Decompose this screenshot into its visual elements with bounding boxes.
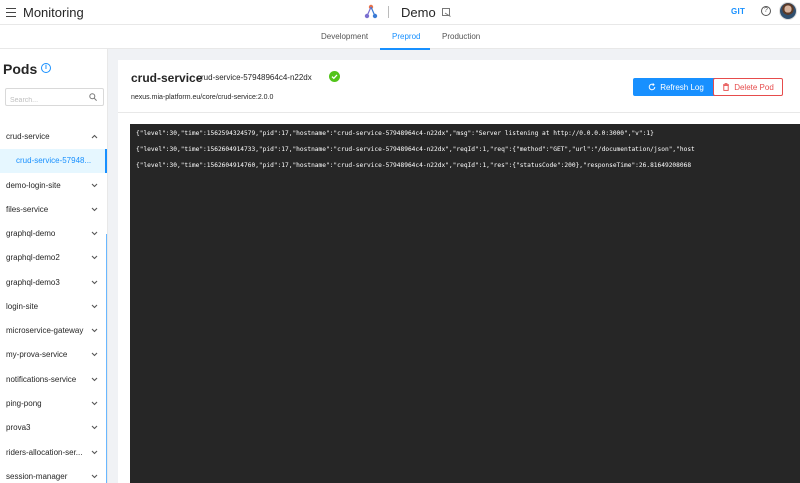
chevron-down-icon: [91, 474, 98, 479]
top-bar: Monitoring Demo GIT ?: [0, 0, 800, 24]
sidebar-item-graphql-demo2[interactable]: graphql-demo2: [0, 246, 107, 270]
tab-preprod[interactable]: Preprod: [392, 32, 420, 41]
sidebar-item-crud-service-pod[interactable]: crud-service-57948...: [0, 149, 107, 173]
delete-pod-button[interactable]: Delete Pod: [713, 78, 783, 96]
sidebar-item-label: riders-allocation-ser...: [6, 448, 83, 457]
pod-detail-card: crud-service crud-service-57948964c4-n22…: [118, 60, 800, 483]
sidebar-item-label: files-service: [6, 205, 49, 214]
avatar[interactable]: [779, 2, 797, 20]
sidebar-item-crud-service[interactable]: crud-service: [0, 125, 107, 149]
log-line: {"level":30,"time":1562604914760,"pid":1…: [136, 162, 692, 169]
chevron-down-icon: [91, 280, 98, 285]
logo-icon: [364, 4, 378, 19]
external-link-icon[interactable]: [441, 7, 451, 17]
chevron-down-icon: [91, 255, 98, 260]
search-input[interactable]: [6, 92, 86, 109]
sidebar-item-prova3[interactable]: prova3: [0, 416, 107, 440]
pods-title: Pods: [3, 61, 38, 77]
menu-icon[interactable]: [6, 5, 16, 19]
sidebar-item-riders-allocation[interactable]: riders-allocation-ser...: [0, 441, 107, 465]
sidebar-item-label: prova3: [6, 423, 31, 432]
info-icon[interactable]: i: [41, 63, 51, 73]
sidebar-item-label: notifications-service: [6, 375, 77, 384]
container-image: nexus.mia-platform.eu/core/crud-service:…: [131, 94, 274, 101]
help-icon[interactable]: ?: [761, 6, 771, 16]
chevron-down-icon: [91, 450, 98, 455]
sidebar-item-label: crud-service: [6, 132, 50, 141]
app-title: Monitoring: [23, 5, 84, 20]
sidebar-item-microservice-gateway[interactable]: microservice-gateway: [0, 319, 107, 343]
refresh-icon: [648, 83, 656, 91]
sidebar-item-login-site[interactable]: login-site: [0, 295, 107, 319]
pods-sidebar: Pods i crud-service crud-service-57948..…: [0, 49, 108, 483]
chevron-up-icon: [91, 134, 98, 139]
chevron-down-icon: [91, 231, 98, 236]
tab-development[interactable]: Development: [321, 32, 368, 41]
sidebar-item-files-service[interactable]: files-service: [0, 198, 107, 222]
log-line: {"level":30,"time":1562594324579,"pid":1…: [136, 130, 654, 137]
brand-separator: [388, 6, 389, 18]
chevron-down-icon: [91, 328, 98, 333]
chevron-down-icon: [91, 377, 98, 382]
pod-id: crud-service-57948964c4-n22dx: [197, 73, 312, 82]
sidebar-item-session-manager[interactable]: session-manager: [0, 465, 107, 483]
chevron-down-icon: [91, 183, 98, 188]
sidebar-item-label: microservice-gateway: [6, 326, 84, 335]
sidebar-item-my-prova-service[interactable]: my-prova-service: [0, 343, 107, 367]
sidebar-item-ping-pong[interactable]: ping-pong: [0, 392, 107, 416]
project-name: Demo: [401, 4, 436, 20]
delete-pod-label: Delete Pod: [734, 82, 774, 92]
environment-tabs: Development Preprod Production: [0, 24, 800, 50]
sidebar-item-notifications-service[interactable]: notifications-service: [0, 368, 107, 392]
chevron-down-icon: [91, 425, 98, 430]
chevron-down-icon: [91, 401, 98, 406]
sidebar-item-label: graphql-demo: [6, 229, 56, 238]
chevron-down-icon: [91, 207, 98, 212]
pod-header: crud-service crud-service-57948964c4-n22…: [118, 60, 800, 113]
sidebar-item-label: login-site: [6, 302, 39, 311]
active-tab-indicator: [380, 48, 430, 50]
sidebar-item-graphql-demo[interactable]: graphql-demo: [0, 222, 107, 246]
sidebar-item-label: session-manager: [6, 472, 68, 481]
sidebar-item-label: my-prova-service: [6, 350, 68, 359]
sidebar-item-label: ping-pong: [6, 399, 42, 408]
sidebar-item-graphql-demo3[interactable]: graphql-demo3: [0, 271, 107, 295]
service-name: crud-service: [131, 71, 203, 85]
sidebar-item-label: demo-login-site: [6, 181, 61, 190]
sidebar-item-label: graphql-demo2: [6, 253, 60, 262]
chevron-down-icon: [91, 352, 98, 357]
tab-production[interactable]: Production: [442, 32, 480, 41]
log-line: {"level":30,"time":1562604914733,"pid":1…: [136, 146, 695, 153]
sidebar-item-demo-login-site[interactable]: demo-login-site: [0, 174, 107, 198]
pods-search: [5, 88, 104, 109]
trash-icon: [723, 83, 730, 91]
sidebar-scrollbar[interactable]: [106, 234, 107, 483]
chevron-down-icon: [91, 304, 98, 309]
git-link[interactable]: GIT: [731, 7, 745, 16]
sidebar-item-label: graphql-demo3: [6, 278, 60, 287]
search-icon[interactable]: [89, 93, 97, 101]
project-brand: Demo: [364, 2, 451, 22]
refresh-log-label: Refresh Log: [660, 82, 704, 92]
log-viewer[interactable]: {"level":30,"time":1562594324579,"pid":1…: [130, 124, 800, 483]
refresh-log-button[interactable]: Refresh Log: [633, 78, 719, 96]
check-circle-icon: [329, 71, 340, 82]
